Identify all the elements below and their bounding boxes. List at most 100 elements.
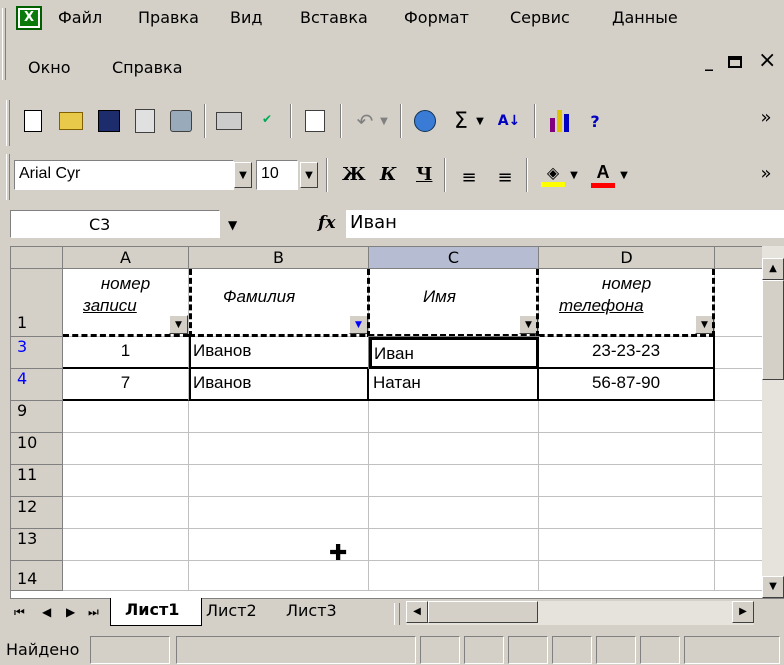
sort-ascending-icon[interactable]: A↓ [494, 106, 524, 136]
sheet-tab-1[interactable]: Лист1 [110, 598, 202, 626]
fx-icon[interactable]: fx [318, 213, 335, 233]
cell-e3[interactable] [715, 337, 763, 369]
column-header-d[interactable]: D [539, 247, 715, 269]
filter-dropdown-c[interactable]: ▼ [519, 315, 538, 334]
header-cell-name[interactable]: Имя [369, 269, 539, 337]
tab-splitter[interactable] [394, 603, 400, 625]
menu-data[interactable]: Данные [612, 8, 678, 27]
paste-icon[interactable] [300, 106, 330, 136]
cell-a10[interactable] [63, 433, 189, 465]
cell-a4[interactable]: 7 [63, 369, 189, 401]
cell-c12[interactable] [369, 497, 539, 529]
minimize-button[interactable]: _ [705, 52, 713, 71]
column-header-e[interactable] [715, 247, 763, 269]
autosum-dropdown-icon[interactable]: ▼ [472, 106, 488, 136]
menu-file[interactable]: Файл [58, 8, 102, 27]
align-center-icon[interactable]: ≡ [490, 162, 520, 192]
row-header-3[interactable]: 3 [11, 337, 63, 369]
open-icon[interactable] [56, 106, 86, 136]
cell-e1[interactable] [715, 269, 763, 337]
cell-d4[interactable]: 56-87-90 [539, 369, 715, 401]
cell-e13[interactable] [715, 529, 763, 561]
help-icon[interactable]: ? [580, 106, 610, 136]
horizontal-scrollbar[interactable]: ◀ ▶ [406, 601, 754, 625]
cell-e14[interactable] [715, 561, 763, 591]
sheet-tab-3[interactable]: Лист3 [286, 601, 337, 620]
cell-a13[interactable] [63, 529, 189, 561]
row-header-12[interactable]: 12 [11, 497, 63, 529]
format-toolbar-grip[interactable] [6, 154, 10, 200]
cell-b9[interactable] [189, 401, 369, 433]
font-size-dropdown-icon[interactable]: ▼ [300, 162, 318, 188]
font-size-box[interactable]: 10 [256, 160, 298, 190]
row-header-10[interactable]: 10 [11, 433, 63, 465]
cell-b3[interactable]: Иванов [189, 337, 369, 369]
undo-dropdown-icon[interactable]: ▼ [376, 106, 392, 136]
cell-e10[interactable] [715, 433, 763, 465]
column-header-b[interactable]: B [189, 247, 369, 269]
underline-button[interactable]: Ч [416, 164, 432, 185]
permission-icon[interactable] [130, 106, 160, 136]
italic-button[interactable]: К [380, 164, 396, 185]
cell-a9[interactable] [63, 401, 189, 433]
cell-d3[interactable]: 23-23-23 [539, 337, 715, 369]
font-name-box[interactable]: Arial Cyr [14, 160, 234, 190]
menu-window[interactable]: Окно [28, 58, 71, 77]
cell-c3-active[interactable]: Иван [368, 336, 540, 370]
header-cell-phone[interactable]: номер телефона [539, 269, 715, 337]
fill-color-dropdown-icon[interactable]: ▼ [566, 160, 582, 190]
font-color-icon[interactable]: A [588, 160, 618, 190]
scroll-down-icon[interactable]: ▼ [762, 576, 784, 598]
fill-color-icon[interactable]: ◈ [538, 160, 568, 190]
format-overflow-icon[interactable]: » [754, 158, 778, 188]
cell-c14[interactable] [369, 561, 539, 591]
save-icon[interactable] [94, 106, 124, 136]
cell-d14[interactable] [539, 561, 715, 591]
select-all-corner[interactable] [11, 247, 63, 269]
cell-a14[interactable] [63, 561, 189, 591]
tab-prev-icon[interactable]: ◀ [42, 605, 51, 619]
row-header-4[interactable]: 4 [11, 369, 63, 401]
header-cell-surname[interactable]: Фамилия [189, 269, 369, 337]
cell-a12[interactable] [63, 497, 189, 529]
cell-e12[interactable] [715, 497, 763, 529]
hscroll-left-icon[interactable]: ◀ [406, 601, 428, 623]
cell-c13[interactable] [369, 529, 539, 561]
filter-dropdown-d[interactable]: ▼ [695, 315, 714, 334]
cell-e4[interactable] [715, 369, 763, 401]
spelling-icon[interactable]: ✔ [252, 104, 282, 134]
name-box-dropdown-icon[interactable]: ▼ [228, 218, 237, 232]
tab-first-icon[interactable]: ⏮ [14, 605, 25, 620]
cell-c10[interactable] [369, 433, 539, 465]
cell-b4[interactable]: Иванов [189, 369, 369, 401]
menu-tools[interactable]: Сервис [510, 8, 570, 27]
row-header-1[interactable]: 1 [11, 269, 63, 337]
bold-button[interactable]: Ж [342, 164, 366, 185]
hscroll-thumb[interactable] [428, 601, 538, 623]
cell-c9[interactable] [369, 401, 539, 433]
row-header-11[interactable]: 11 [11, 465, 63, 497]
scroll-up-icon[interactable]: ▲ [762, 258, 784, 280]
column-header-c[interactable]: C [369, 247, 539, 269]
chart-wizard-icon[interactable] [544, 106, 574, 136]
scroll-thumb[interactable] [762, 280, 784, 380]
cell-d11[interactable] [539, 465, 715, 497]
row-header-13[interactable]: 13 [11, 529, 63, 561]
cell-e9[interactable] [715, 401, 763, 433]
print-icon[interactable] [214, 106, 244, 136]
cell-b11[interactable] [189, 465, 369, 497]
vertical-scrollbar[interactable]: ▲ ▼ [762, 246, 784, 598]
name-box[interactable]: C3 [10, 210, 220, 238]
cell-e11[interactable] [715, 465, 763, 497]
tab-next-icon[interactable]: ▶ [66, 605, 75, 619]
cell-d13[interactable] [539, 529, 715, 561]
menu-edit[interactable]: Правка [138, 8, 199, 27]
cell-b10[interactable] [189, 433, 369, 465]
cell-a11[interactable] [63, 465, 189, 497]
menu-help[interactable]: Справка [112, 58, 183, 77]
close-button[interactable]: × [758, 48, 776, 73]
align-left-icon[interactable]: ≡ [454, 162, 484, 192]
toolbar-overflow-icon[interactable]: » [754, 102, 778, 132]
row-header-14[interactable]: 14 [11, 561, 63, 591]
hyperlink-icon[interactable] [410, 106, 440, 136]
